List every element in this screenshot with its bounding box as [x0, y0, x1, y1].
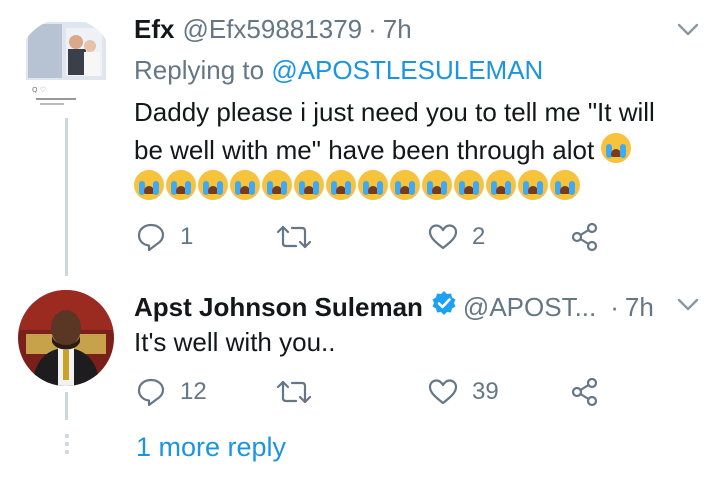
- retweet-button[interactable]: [276, 224, 326, 250]
- crying-face-icon: [134, 170, 164, 200]
- reply-count: 1: [180, 223, 194, 250]
- crying-face-icon: [262, 170, 292, 200]
- crying-face-icon: [198, 170, 228, 200]
- crying-face-icon: [422, 170, 452, 200]
- like-button[interactable]: 2: [428, 223, 485, 251]
- crying-face-icon: [601, 133, 632, 163]
- crying-face-icon: [550, 170, 580, 200]
- reply-icon: [137, 223, 165, 252]
- replying-to: Replying to @APOSTLESULEMAN: [134, 55, 543, 86]
- like-count: 2: [472, 223, 486, 250]
- crying-face-icon: [390, 170, 420, 200]
- crying-face-icon: [518, 170, 548, 200]
- chevron-down-icon[interactable]: [676, 22, 700, 38]
- like-button[interactable]: 39: [428, 378, 499, 406]
- reply-button[interactable]: 12: [136, 377, 207, 407]
- crying-face-icon: [230, 170, 260, 200]
- reply-count: 12: [180, 378, 207, 405]
- tweet-text-line: be well with me" have been through alot: [134, 131, 714, 169]
- share-icon: [571, 377, 598, 407]
- timestamp[interactable]: 7h: [383, 14, 412, 45]
- more-replies-link[interactable]: 1 more reply: [136, 432, 286, 463]
- share-button[interactable]: [570, 377, 600, 407]
- author-name[interactable]: Efx: [134, 14, 174, 45]
- reply-button[interactable]: 1: [136, 222, 193, 252]
- more-replies-dots: [65, 434, 69, 458]
- crying-face-icon: [358, 170, 388, 200]
- thread-line: [65, 392, 68, 420]
- crying-face-icon: [486, 170, 516, 200]
- thread-line: [65, 118, 68, 276]
- verified-badge-icon: [432, 291, 456, 315]
- share-button[interactable]: [570, 222, 600, 252]
- crying-face-icon: [294, 170, 324, 200]
- tweet-text-line: Daddy please i just need you to tell me …: [134, 97, 655, 127]
- separator: ·: [610, 292, 619, 322]
- crying-face-icon: [166, 170, 196, 200]
- retweet-button[interactable]: [276, 379, 326, 405]
- replying-prefix: Replying to: [134, 55, 265, 85]
- separator: ·: [368, 14, 377, 44]
- retweet-icon: [276, 225, 312, 249]
- avatar[interactable]: Q ♡: [18, 18, 114, 114]
- crying-face-icon: [326, 170, 356, 200]
- svg-text:Q ♡: Q ♡: [32, 86, 46, 94]
- crying-face-icon: [454, 170, 484, 200]
- tweet-text-line-content: be well with me" have been through alot: [134, 135, 595, 165]
- tweet-text: It's well with you..: [134, 327, 336, 357]
- like-count: 39: [472, 378, 499, 405]
- tweet-text: Daddy please i just need you to tell me …: [134, 93, 714, 169]
- retweet-icon: [276, 380, 312, 404]
- chevron-down-icon[interactable]: [676, 297, 700, 313]
- heart-icon: [428, 379, 458, 405]
- mention-link[interactable]: @APOSTLESULEMAN: [271, 55, 543, 85]
- heart-icon: [428, 224, 458, 250]
- timestamp[interactable]: 7h: [625, 292, 654, 323]
- tweet-header: Efx @Efx59881379 · 7h: [134, 14, 412, 45]
- author-handle[interactable]: @Efx59881379: [182, 14, 362, 45]
- tweet-header: Apst Johnson Suleman @APOST... · 7h: [134, 290, 654, 323]
- share-icon: [571, 222, 598, 252]
- author-name[interactable]: Apst Johnson Suleman: [134, 292, 423, 323]
- emoji-row: [134, 170, 654, 204]
- author-handle[interactable]: @APOST...: [463, 292, 596, 323]
- reply-icon: [137, 378, 165, 407]
- avatar[interactable]: [18, 290, 114, 386]
